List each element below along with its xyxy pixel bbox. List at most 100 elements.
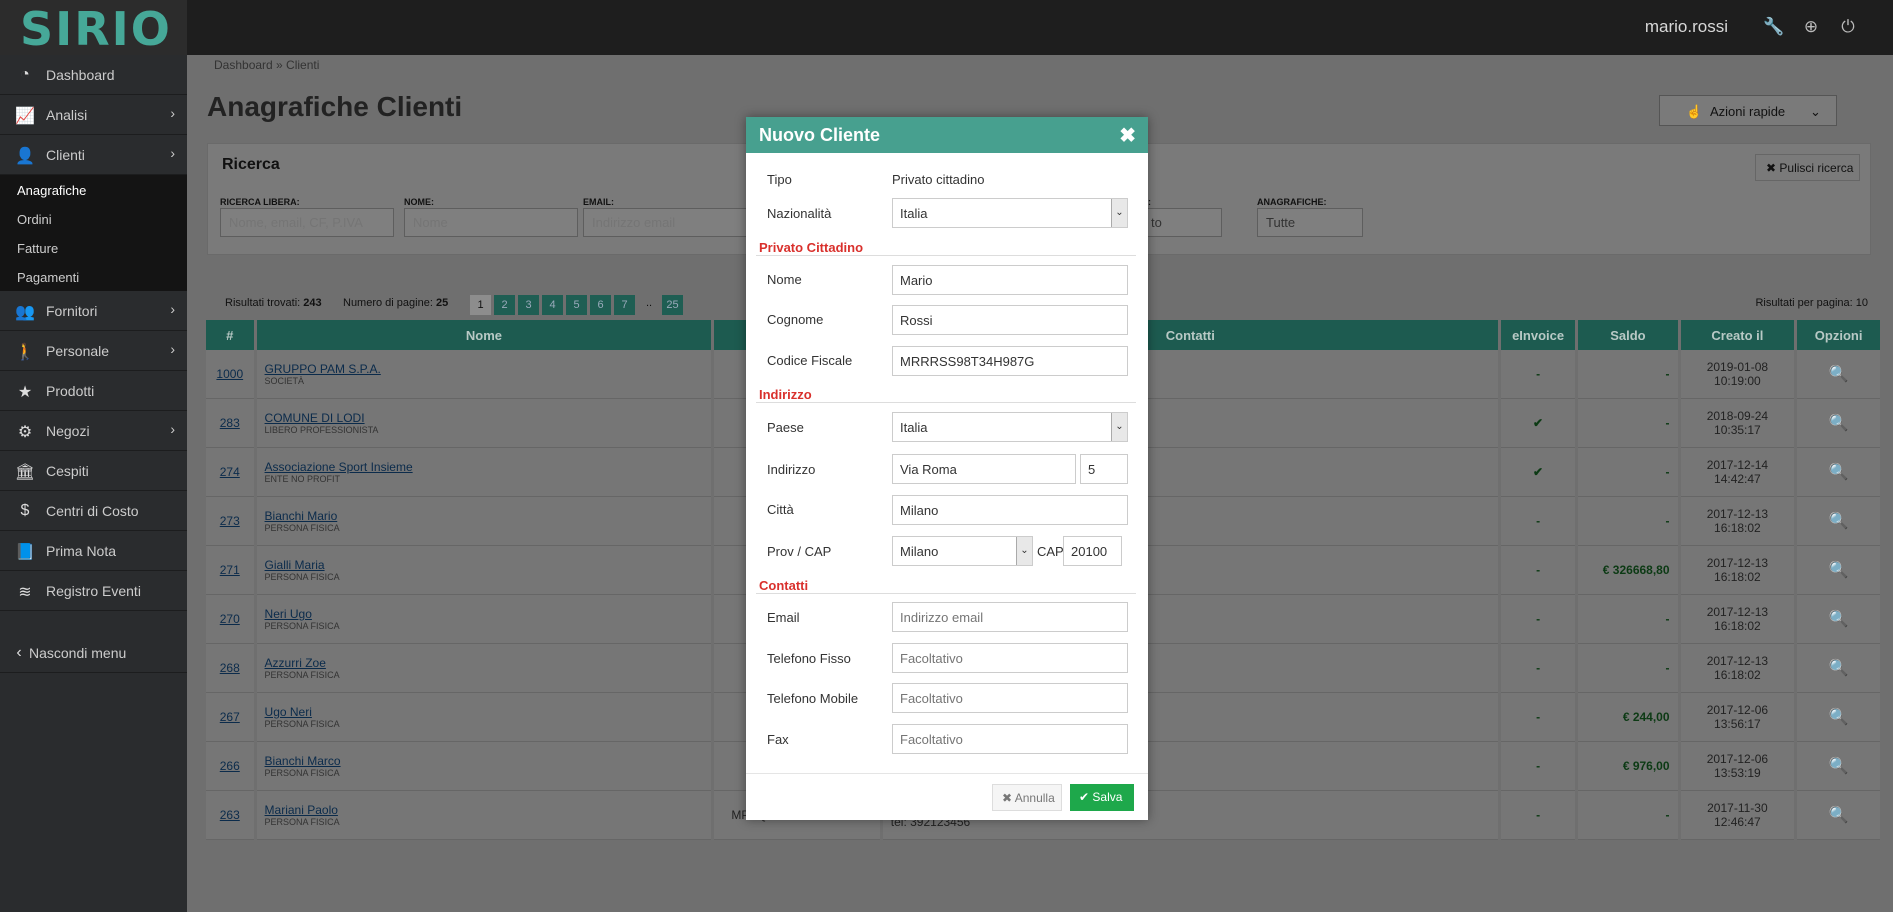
col-nome[interactable]: Nome	[256, 320, 712, 350]
free-search-input[interactable]	[220, 208, 394, 237]
save-button[interactable]: ✔ Salva	[1070, 784, 1134, 811]
nazionalita-select[interactable]: Italia ⌄	[892, 198, 1128, 228]
sidebar-item-analisi[interactable]: 📈 Analisi ›	[0, 95, 187, 135]
client-id-link[interactable]: 283	[206, 399, 254, 448]
client-name-link[interactable]: Associazione Sport Insieme	[265, 460, 712, 474]
sidebar-sub-anagrafiche[interactable]: Anagrafiche	[0, 175, 187, 204]
provincia-select[interactable]: Milano ⌄	[892, 536, 1033, 566]
client-id-link[interactable]: 267	[206, 693, 254, 742]
sidebar-item-centri-di-costo[interactable]: $ Centri di Costo	[0, 491, 187, 531]
client-type: ENTE NO PROFIT	[264, 474, 341, 484]
col-creato[interactable]: Creato il	[1680, 320, 1795, 350]
created-date: 2017-12-14 14:42:47	[1680, 448, 1795, 497]
client-name-link[interactable]: Ugo Neri	[265, 705, 712, 719]
client-saldo: -	[1578, 595, 1678, 644]
email-search-input[interactable]	[583, 208, 757, 237]
user-name[interactable]: mario.rossi	[1645, 17, 1728, 37]
page-button[interactable]: 4	[542, 295, 563, 315]
sidebar-sub-fatture[interactable]: Fatture	[0, 233, 187, 262]
sidebar-item-fornitori[interactable]: 👥 Fornitori ›	[0, 291, 187, 331]
client-id-link[interactable]: 263	[206, 791, 254, 840]
client-id-link[interactable]: 266	[206, 742, 254, 791]
cognome-field[interactable]	[892, 305, 1128, 335]
via-field[interactable]	[892, 454, 1076, 484]
search-icon[interactable]: 🔍	[1797, 399, 1880, 448]
paese-value: Italia	[900, 420, 928, 435]
sidebar-item-personale[interactable]: 🚶 Personale ›	[0, 331, 187, 371]
name-search-input[interactable]	[404, 208, 578, 237]
nome-field[interactable]	[892, 265, 1128, 295]
sidebar-sub-ordini[interactable]: Ordini	[0, 204, 187, 233]
search-icon[interactable]: 🔍	[1797, 497, 1880, 546]
sidebar-item-registro-eventi[interactable]: ≋ Registro Eventi	[0, 571, 187, 611]
cancel-button[interactable]: ✖ Annulla	[992, 784, 1062, 811]
search-icon[interactable]: 🔍	[1797, 791, 1880, 840]
paese-select[interactable]: Italia ⌄	[892, 412, 1128, 442]
client-id-link[interactable]: 268	[206, 644, 254, 693]
globe-icon[interactable]: ⊕	[1801, 17, 1821, 37]
client-name-cell: Bianchi Mario PERSONA FISICA	[256, 497, 712, 546]
clear-search-button[interactable]: ✖ Pulisci ricerca	[1755, 154, 1860, 181]
app-logo[interactable]: SIRIO	[20, 2, 172, 56]
sidebar-item-prodotti[interactable]: ★ Prodotti	[0, 371, 187, 411]
sidebar-sub-pagamenti[interactable]: Pagamenti	[0, 262, 187, 291]
citta-field[interactable]	[892, 495, 1128, 525]
page-button[interactable]: 6	[590, 295, 611, 315]
client-name-link[interactable]: Azzurri Zoe	[265, 656, 712, 670]
breadcrumb[interactable]: Dashboard » Clienti	[214, 58, 319, 72]
page-button[interactable]: 3	[518, 295, 539, 315]
search-icon[interactable]: 🔍	[1797, 448, 1880, 497]
client-id-link[interactable]: 273	[206, 497, 254, 546]
search-icon[interactable]: 🔍	[1797, 644, 1880, 693]
client-id-link[interactable]: 270	[206, 595, 254, 644]
client-name-link[interactable]: Mariani Paolo	[265, 803, 712, 817]
close-icon[interactable]: ✖	[1119, 123, 1136, 148]
civico-field[interactable]	[1080, 454, 1128, 484]
chart-icon: 📈	[15, 108, 35, 125]
page-button[interactable]: 7	[614, 295, 635, 315]
sidebar-item-dashboard[interactable]: ◔ Dashboard	[0, 55, 187, 95]
search-icon[interactable]: 🔍	[1797, 693, 1880, 742]
partial-filter-select[interactable]: to	[1142, 208, 1222, 237]
sidebar-item-clienti[interactable]: 👤 Clienti ›	[0, 135, 187, 175]
client-type: PERSONA FISICA	[264, 768, 340, 778]
client-id-link[interactable]: 1000	[206, 350, 254, 399]
search-icon[interactable]: 🔍	[1797, 742, 1880, 791]
sidebar-item-cespiti[interactable]: 🏛 Cespiti	[0, 451, 187, 491]
quick-actions-button[interactable]: ☝ Azioni rapide ⌄	[1659, 95, 1837, 126]
telefono-mobile-field[interactable]	[892, 683, 1128, 713]
client-name-link[interactable]: Bianchi Marco	[265, 754, 712, 768]
page-button[interactable]: 2	[494, 295, 515, 315]
codice-fiscale-field[interactable]	[892, 346, 1128, 376]
wrench-icon[interactable]: 🔧	[1763, 17, 1784, 37]
bank-icon: 🏛	[14, 464, 36, 481]
client-name-link[interactable]: Gialli Maria	[265, 558, 712, 572]
col-saldo[interactable]: Saldo	[1578, 320, 1678, 350]
col-id[interactable]: #	[206, 320, 254, 350]
client-name-link[interactable]: Bianchi Mario	[265, 509, 712, 523]
client-name-link[interactable]: COMUNE DI LODI	[265, 411, 712, 425]
search-icon[interactable]: 🔍	[1797, 350, 1880, 399]
power-icon[interactable]: ⏻	[1838, 17, 1858, 37]
sidebar-item-negozi[interactable]: ⚙ Negozi ›	[0, 411, 187, 451]
search-icon[interactable]: 🔍	[1797, 546, 1880, 595]
telefono-fisso-field[interactable]	[892, 643, 1128, 673]
client-id-link[interactable]: 271	[206, 546, 254, 595]
client-name-link[interactable]: Neri Ugo	[265, 607, 712, 621]
client-name-link[interactable]: GRUPPO PAM S.P.A.	[265, 362, 712, 376]
client-id-link[interactable]: 274	[206, 448, 254, 497]
results-per-page[interactable]: Risultati per pagina: 10	[1755, 297, 1868, 309]
page-button[interactable]: 5	[566, 295, 587, 315]
page-button[interactable]: 1	[470, 295, 491, 315]
fax-field[interactable]	[892, 724, 1128, 754]
registry-filter-select[interactable]: Tutte	[1257, 208, 1363, 237]
search-icon[interactable]: 🔍	[1797, 595, 1880, 644]
search-title: Ricerca	[222, 156, 280, 173]
hide-menu-button[interactable]: ‹ Nascondi menu	[0, 633, 187, 673]
cap-field[interactable]	[1063, 536, 1122, 566]
sidebar-item-label: Fornitori	[46, 303, 98, 319]
logo-area[interactable]: SIRIO	[0, 0, 187, 56]
email-field[interactable]	[892, 602, 1128, 632]
sidebar-item-prima-nota[interactable]: 📘 Prima Nota	[0, 531, 187, 571]
page-button[interactable]: 25	[662, 295, 683, 315]
